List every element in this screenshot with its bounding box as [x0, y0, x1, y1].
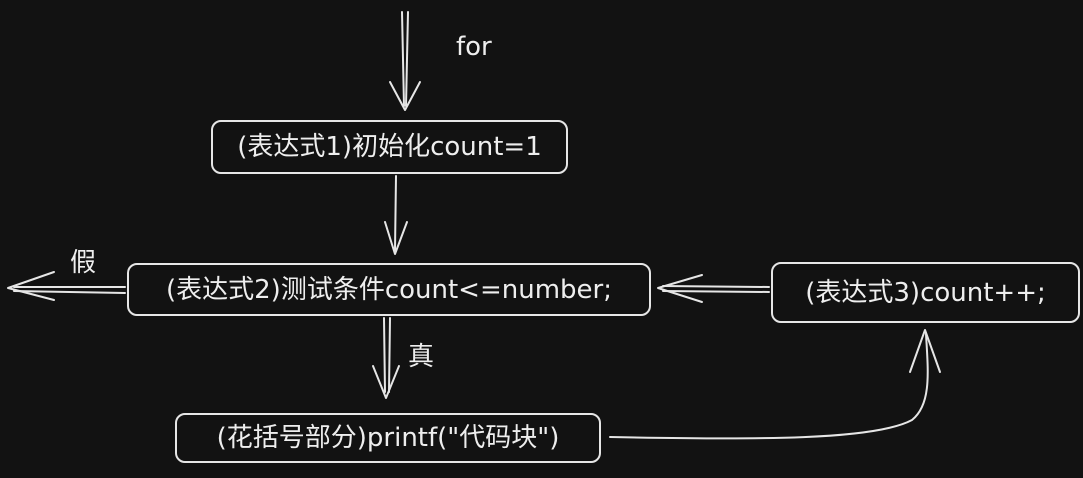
init-node: (表达式1)初始化count=1: [211, 120, 568, 174]
entry-label-for: for: [456, 32, 492, 62]
condition-node-text: (表达式2)测试条件count<=number;: [166, 274, 612, 305]
arrow-increment-to-condition: [657, 274, 770, 303]
flowchart-canvas: for (表达式1)初始化count=1 假 (表达式2)测试条件count<=…: [0, 0, 1083, 478]
body-node-text: (花括号部分)printf("代码块"): [216, 423, 560, 453]
arrow-condition-to-body: [372, 317, 400, 399]
arrow-condition-false-exit: [7, 271, 126, 301]
false-branch-label: 假: [70, 248, 97, 278]
arrow-body-to-increment: [609, 329, 941, 440]
connector-layer: [7, 11, 941, 440]
entry-arrow: [389, 11, 421, 111]
increment-node-text: (表达式3)count++;: [805, 277, 1046, 308]
arrow-init-to-condition: [384, 175, 408, 255]
true-branch-label: 真: [408, 342, 435, 372]
init-node-text: (表达式1)初始化count=1: [237, 132, 542, 162]
condition-node: (表达式2)测试条件count<=number;: [127, 263, 651, 316]
body-node: (花括号部分)printf("代码块"): [175, 413, 601, 463]
increment-node: (表达式3)count++;: [771, 262, 1080, 323]
